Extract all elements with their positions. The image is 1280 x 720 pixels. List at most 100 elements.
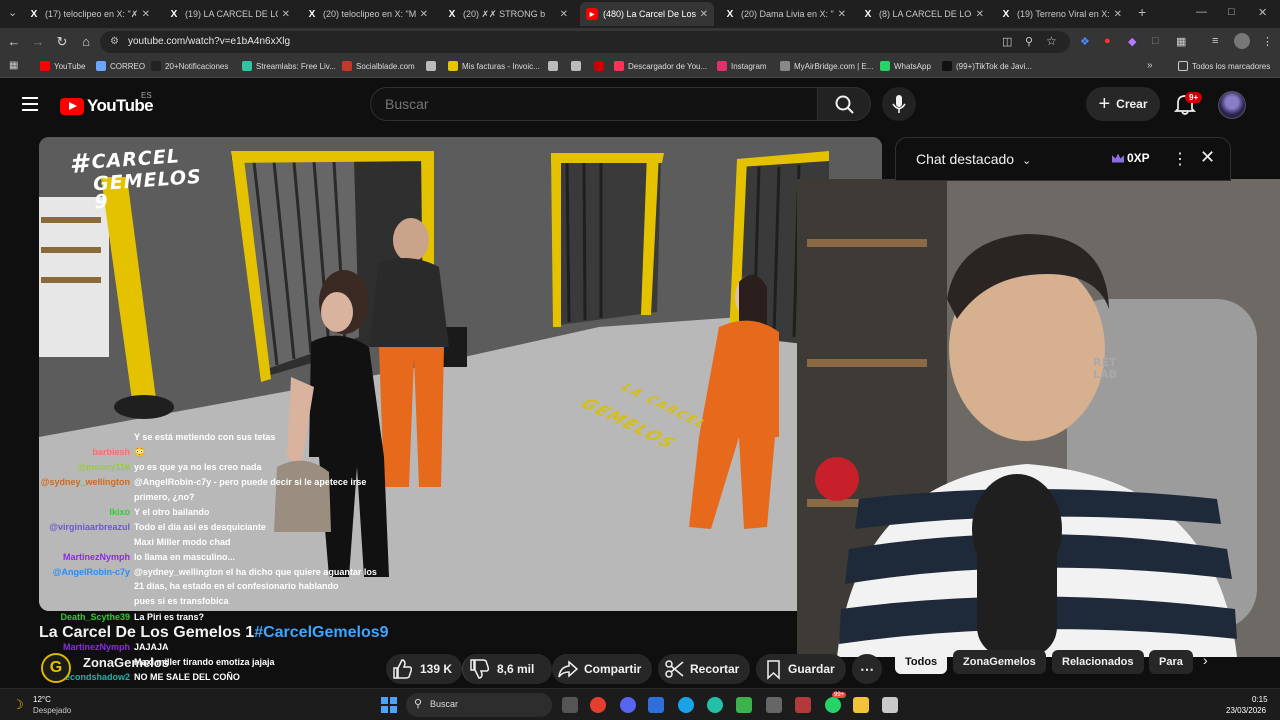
- tab-close-icon[interactable]: ✕: [138, 9, 150, 20]
- browser-tab[interactable]: ▶ (480) La Carcel De Los ✕: [580, 2, 714, 26]
- minimize-window-button[interactable]: —: [1196, 6, 1207, 18]
- whatsapp-icon[interactable]: [825, 697, 841, 713]
- home-icon[interactable]: ⌂: [78, 34, 94, 49]
- windows-start-icon[interactable]: [381, 697, 397, 713]
- account-avatar[interactable]: [1218, 91, 1246, 119]
- menu-icon[interactable]: [22, 97, 38, 111]
- install-app-icon[interactable]: ◫: [1002, 35, 1012, 48]
- extension-icon[interactable]: ●: [1104, 35, 1111, 47]
- close-window-button[interactable]: ✕: [1258, 6, 1267, 19]
- bookmark-item[interactable]: CORREO: [96, 61, 145, 71]
- address-bar[interactable]: ⚙ youtube.com/watch?v=e1bA4n6xXlg ◫ ⚲ ☆: [100, 31, 1070, 53]
- bookmark-favicon-icon: [548, 61, 558, 71]
- bookmark-item[interactable]: [571, 61, 585, 71]
- chevron-right-icon[interactable]: ›: [1203, 652, 1208, 668]
- create-button[interactable]: + Crear: [1086, 87, 1160, 121]
- bookmark-item[interactable]: Descargador de You...: [614, 61, 707, 71]
- reading-list-icon[interactable]: ≡: [1212, 35, 1218, 47]
- bookmark-item[interactable]: 20+Notificaciones: [151, 61, 228, 71]
- apps-grid-icon[interactable]: ▦: [9, 60, 18, 71]
- chrome-icon[interactable]: [590, 697, 606, 713]
- folder-icon[interactable]: [853, 697, 869, 713]
- chip-channel[interactable]: ZonaGemelos: [953, 650, 1046, 674]
- edge-icon[interactable]: [678, 697, 694, 713]
- browser-tab[interactable]: X (20) teloclipeo en X: "Mar ✕: [300, 2, 434, 26]
- channel-name[interactable]: ZonaGemelos: [83, 655, 169, 670]
- bookmark-item[interactable]: [594, 61, 608, 71]
- tab-close-icon[interactable]: ✕: [834, 9, 846, 20]
- globe-icon[interactable]: [707, 697, 723, 713]
- bookmark-item[interactable]: Instagram: [717, 61, 767, 71]
- bookmark-item[interactable]: Mis facturas - Invoic...: [448, 61, 540, 71]
- tab-close-icon[interactable]: ✕: [972, 9, 984, 20]
- chat-mode-dropdown[interactable]: Chat destacado ⌄: [916, 151, 1031, 167]
- browser-tab[interactable]: X (20) ✗✗ STRONG b ✕: [440, 2, 574, 26]
- chip-related[interactable]: Relacionados: [1052, 650, 1144, 674]
- tab-close-icon[interactable]: ✕: [696, 9, 708, 20]
- extension-icon[interactable]: □: [1152, 35, 1159, 47]
- task-view-icon[interactable]: [562, 697, 578, 713]
- browser-tab[interactable]: X (19) Terreno Viral en X: "T✕: [994, 2, 1128, 26]
- chip-for-you[interactable]: Para: [1149, 650, 1193, 674]
- forward-icon[interactable]: →: [30, 34, 46, 49]
- bookmark-favicon-icon: [614, 61, 624, 71]
- browser-tab[interactable]: X (19) LA CARCEL DE LOS GE✕: [162, 2, 296, 26]
- browser-tab[interactable]: X (17) teloclipeo en X: "✗✗✗✕: [22, 2, 156, 26]
- share-button[interactable]: Compartir: [552, 654, 652, 684]
- settings-icon[interactable]: [766, 697, 782, 713]
- chip-all[interactable]: Todos: [895, 650, 948, 674]
- taskbar-search[interactable]: ⚲ Buscar: [406, 693, 552, 717]
- bookmark-label: Socialblade.com: [356, 61, 415, 71]
- search-button[interactable]: [817, 87, 871, 121]
- app-icon[interactable]: [882, 697, 898, 713]
- clip-button[interactable]: Recortar: [658, 654, 750, 684]
- tab-close-icon[interactable]: ✕: [416, 9, 428, 20]
- new-tab-button[interactable]: +: [1138, 4, 1146, 20]
- chat-options-icon[interactable]: ⋮: [1172, 149, 1188, 169]
- bookmark-item[interactable]: MyAirBridge.com | E...: [780, 61, 873, 71]
- all-bookmarks-folder[interactable]: Todos los marcadores: [1178, 61, 1270, 71]
- app-icon[interactable]: [795, 697, 811, 713]
- zoom-icon[interactable]: ⚲: [1025, 35, 1033, 48]
- tab-close-icon[interactable]: ✕: [278, 9, 290, 20]
- browser-tab[interactable]: X (8) LA CARCEL DE LOS GE✕: [856, 2, 990, 26]
- tab-close-icon[interactable]: ✕: [1110, 9, 1122, 20]
- back-icon[interactable]: ←: [6, 34, 22, 49]
- maximize-window-button[interactable]: □: [1228, 6, 1235, 18]
- browser-tab[interactable]: X (20) Dama Livia en X: "Pe✕: [718, 2, 852, 26]
- like-button[interactable]: 139 K: [386, 654, 462, 684]
- discord-icon[interactable]: [620, 697, 636, 713]
- bookmark-item[interactable]: (99+)TikTok de Javi...: [942, 61, 1032, 71]
- bookmark-item[interactable]: [426, 61, 440, 71]
- search-box[interactable]: [370, 87, 818, 121]
- tab-close-icon[interactable]: ✕: [556, 9, 568, 20]
- bookmark-item[interactable]: WhatsApp: [880, 61, 931, 71]
- extensions-puzzle-icon[interactable]: ▦: [1176, 35, 1186, 48]
- hashtag-link[interactable]: #CarcelGemelos9: [254, 624, 388, 641]
- profile-avatar[interactable]: [1234, 33, 1250, 49]
- bookmark-item[interactable]: [548, 61, 562, 71]
- spreadsheet-icon[interactable]: [736, 697, 752, 713]
- youtube-play-icon: [60, 97, 84, 115]
- reload-icon[interactable]: ↻: [54, 34, 70, 50]
- bookmark-star-icon[interactable]: ☆: [1046, 34, 1057, 48]
- voice-search-button[interactable]: [882, 87, 916, 121]
- mail-icon[interactable]: [648, 697, 664, 713]
- youtube-logo[interactable]: YouTube: [60, 96, 154, 116]
- search-input[interactable]: [385, 96, 785, 112]
- browser-menu-icon[interactable]: ⋮: [1262, 35, 1273, 48]
- dislike-button[interactable]: 8,6 mil: [462, 654, 552, 684]
- channel-avatar[interactable]: G: [41, 653, 71, 683]
- bookmark-item[interactable]: Streamlabs: Free Liv...: [242, 61, 336, 71]
- extension-icon[interactable]: ◆: [1128, 35, 1136, 48]
- bookmark-item[interactable]: Socialblade.com: [342, 61, 415, 71]
- more-actions-button[interactable]: ⋯: [852, 654, 882, 684]
- more-bookmarks-icon[interactable]: »: [1147, 60, 1153, 71]
- bookmark-item[interactable]: YouTube: [40, 61, 85, 71]
- site-info-icon[interactable]: ⚙: [110, 36, 119, 47]
- xp-badge[interactable]: 0XP: [1112, 151, 1150, 165]
- close-icon[interactable]: ✕: [1200, 147, 1215, 168]
- save-button[interactable]: Guardar: [756, 654, 846, 684]
- tab-search-icon[interactable]: ⌄: [8, 6, 17, 19]
- extension-icon[interactable]: ❖: [1080, 35, 1090, 48]
